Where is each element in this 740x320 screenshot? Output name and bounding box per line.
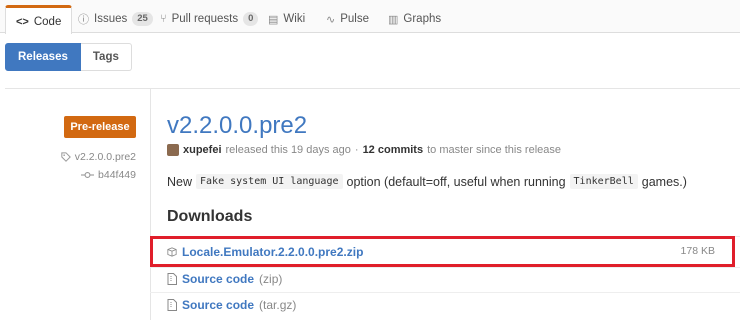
tags-button[interactable]: Tags — [80, 43, 132, 71]
release-commit[interactable]: b44f449 — [81, 169, 136, 181]
graph-icon: ▥ — [388, 13, 399, 26]
description-text: option (default=off, useful when running — [346, 174, 566, 189]
package-icon — [167, 247, 177, 257]
inline-code: Fake system UI language — [196, 174, 343, 189]
download-name[interactable]: Locale.Emulator.2.2.0.0.pre2.zip — [182, 245, 363, 259]
timeline-divider — [150, 89, 151, 320]
download-source-zip[interactable]: Source code (zip) — [167, 272, 282, 286]
commit-icon — [81, 172, 95, 178]
downloads-heading: Downloads — [167, 208, 253, 225]
file-size: 178 KB — [680, 245, 715, 257]
download-source-targz[interactable]: Source code (tar.gz) — [167, 298, 296, 312]
file-zip-icon — [167, 273, 177, 285]
inline-code: TinkerBell — [569, 174, 638, 189]
pulse-icon: ∿ — [326, 13, 336, 26]
download-name[interactable]: Source code — [182, 298, 254, 312]
commits-suffix: to master since this release — [427, 144, 561, 156]
tab-wiki[interactable]: ▤ Wiki — [258, 5, 315, 33]
author-link[interactable]: xupefei — [183, 144, 222, 156]
divider — [150, 292, 740, 293]
releases-button[interactable]: Releases — [5, 43, 81, 71]
divider — [5, 88, 740, 89]
tab-code[interactable]: <> Code — [5, 5, 73, 34]
description-text: games.) — [641, 174, 687, 189]
description-text: New — [167, 174, 193, 189]
tab-pull-requests[interactable]: ⑂ Pull requests 0 — [150, 5, 268, 33]
tab-label: Graphs — [403, 13, 442, 25]
commit-sha: b44f449 — [98, 169, 136, 181]
tab-graphs[interactable]: ▥ Graphs — [378, 5, 451, 33]
avatar[interactable] — [167, 144, 179, 156]
file-zip-icon — [167, 299, 177, 311]
separator-dot: · — [354, 144, 359, 156]
released-text: released this 19 days ago — [225, 144, 351, 156]
tab-label: Pull requests — [171, 13, 239, 25]
wiki-icon: ▤ — [268, 13, 279, 26]
release-subnav: Releases Tags — [5, 43, 132, 71]
code-icon: <> — [16, 15, 29, 28]
repo-nav: <> Code ⓘ Issues 25 ⑂ Pull requests 0 ▤ … — [0, 0, 740, 34]
download-name[interactable]: Source code — [182, 272, 254, 286]
prerelease-badge: Pre-release — [64, 116, 136, 138]
tab-label: Pulse — [340, 13, 369, 25]
tab-issues[interactable]: ⓘ Issues 25 — [68, 5, 163, 33]
pull-request-icon: ⑂ — [160, 13, 167, 25]
release-title[interactable]: v2.2.0.0.pre2 — [167, 112, 307, 140]
tab-label: Wiki — [283, 13, 306, 25]
download-asset-zip[interactable]: Locale.Emulator.2.2.0.0.pre2.zip — [167, 245, 363, 259]
commits-link[interactable]: 12 commits — [363, 144, 424, 156]
release-authorship: xupefei released this 19 days ago · 12 c… — [167, 144, 561, 156]
tab-label: Issues — [94, 13, 128, 25]
pull-requests-counter: 0 — [243, 12, 259, 26]
release-tag[interactable]: v2.2.0.0.pre2 — [61, 151, 136, 163]
issue-icon: ⓘ — [78, 14, 89, 26]
tag-name: v2.2.0.0.pre2 — [74, 151, 136, 163]
tab-label: Code — [33, 15, 62, 28]
download-kind: (tar.gz) — [259, 298, 297, 312]
download-kind: (zip) — [259, 272, 283, 286]
divider — [150, 267, 740, 268]
release-description: New Fake system UI language option (defa… — [167, 174, 687, 189]
tab-pulse[interactable]: ∿ Pulse — [316, 5, 379, 33]
tag-icon — [61, 152, 71, 162]
